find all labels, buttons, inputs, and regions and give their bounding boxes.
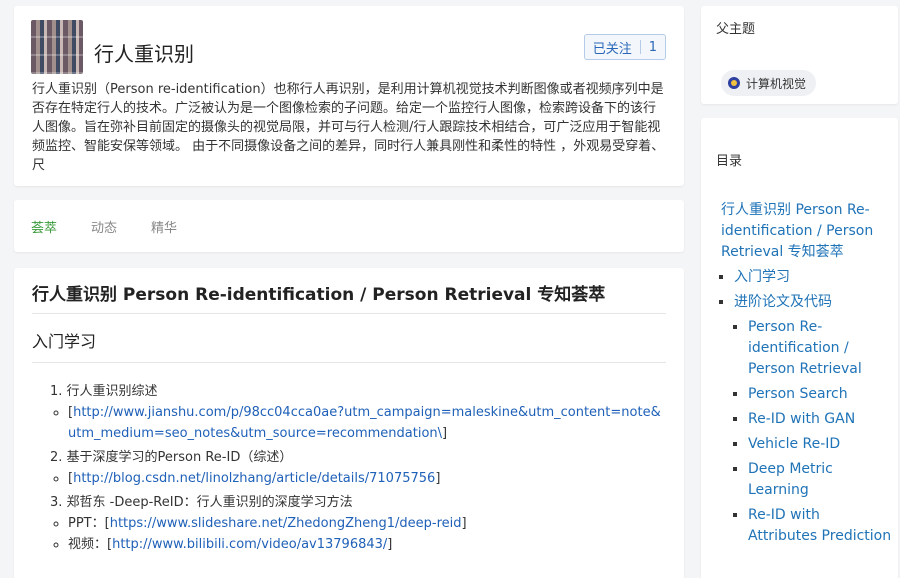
topic-icon — [728, 77, 740, 89]
tab-jinghua[interactable]: 精华 — [151, 217, 177, 236]
topic-title: 行人重识别 — [94, 42, 194, 66]
content-heading: 行人重识别 Person Re-identification / Person … — [32, 280, 666, 314]
toc-link[interactable]: Person Search — [748, 386, 848, 402]
link-suffix: ] — [442, 426, 448, 441]
link-suffix: ] — [435, 471, 441, 486]
toc-link[interactable]: Vehicle Re-ID — [748, 436, 840, 452]
follow-label: 已关注 — [592, 41, 632, 57]
toc-item: 入门学习 — [734, 267, 893, 288]
resource-link[interactable]: http://www.jianshu.com/p/98cc04cca0ae?ut… — [68, 405, 661, 441]
section-heading: 入门学习 — [32, 328, 666, 363]
list-item: 3. 郑哲东 -Deep-ReID：行人重识别的深度学习方法 PPT：[http… — [50, 492, 666, 555]
toc-item: Re-ID with GAN — [748, 409, 893, 430]
follow-count: 1 — [648, 39, 657, 55]
toc-item: Re-ID with Attributes Prediction — [748, 505, 893, 547]
list-item: 2. 基于深度学习的Person Re-ID（综述） [http://blog.… — [50, 447, 666, 489]
tab-huicui[interactable]: 荟萃 — [31, 217, 57, 236]
topic-description: 行人重识别（Person re-identification）也称行人再识别，是… — [32, 82, 665, 173]
link-suffix: ] — [387, 537, 393, 552]
sub-item: 视频：[http://www.bilibili.com/video/av1379… — [68, 534, 666, 555]
toc-title: 目录 — [716, 154, 743, 169]
toc-item: 进阶论文及代码 Person Re-identification / Perso… — [734, 292, 893, 547]
toc: 行人重识别 Person Re-identification / Person … — [721, 200, 893, 547]
toc-link[interactable]: Re-ID with Attributes Prediction — [748, 507, 891, 544]
parent-topic-label: 计算机视觉 — [746, 76, 807, 91]
tab-dongtai[interactable]: 动态 — [91, 217, 117, 236]
toc-link[interactable]: Re-ID with GAN — [748, 411, 855, 427]
parent-topic-card: 父主题 计算机视觉 — [701, 6, 898, 104]
toc-item: Deep Metric Learning — [748, 459, 893, 501]
toc-link[interactable]: 入门学习 — [734, 269, 790, 285]
item-title: 2. 基于深度学习的Person Re-ID（综述） — [50, 450, 293, 465]
link-prefix: 视频：[ — [68, 537, 113, 552]
sub-item: PPT：[https://www.slideshare.net/ZhedongZ… — [68, 513, 666, 534]
parent-topic-title: 父主题 — [716, 22, 756, 37]
topic-thumbnail — [31, 20, 83, 74]
toc-link[interactable]: 进阶论文及代码 — [734, 294, 832, 310]
resource-link[interactable]: https://www.slideshare.net/ZhedongZheng1… — [110, 516, 462, 531]
toc-link[interactable]: 行人重识别 Person Re-identification / Person … — [721, 202, 873, 260]
tab-bar: 荟萃 动态 精华 — [14, 200, 684, 252]
toc-item: Person Re-identification / Person Retrie… — [748, 317, 893, 380]
toc-link[interactable]: Person Re-identification / Person Retrie… — [748, 319, 862, 377]
toc-item: Person Search — [748, 384, 893, 405]
link-suffix: ] — [461, 516, 467, 531]
list-item: 1. 行人重识别综述 [http://www.jianshu.com/p/98c… — [50, 381, 666, 444]
resource-link[interactable]: http://blog.csdn.net/linolzhang/article/… — [73, 471, 435, 486]
resource-link[interactable]: http://www.bilibili.com/video/av13796843… — [112, 537, 387, 552]
content-card: 行人重识别 Person Re-identification / Person … — [14, 268, 684, 578]
resource-list: 1. 行人重识别综述 [http://www.jianshu.com/p/98c… — [32, 381, 666, 555]
follow-button[interactable]: 已关注 1 — [583, 34, 666, 60]
topic-header-card: 行人重识别 已关注 1 行人重识别（Person re-identificati… — [14, 6, 684, 186]
toc-item: Vehicle Re-ID — [748, 434, 893, 455]
link-prefix: PPT：[ — [68, 516, 110, 531]
sub-item: [http://www.jianshu.com/p/98cc04cca0ae?u… — [68, 402, 666, 444]
item-title: 1. 行人重识别综述 — [50, 384, 158, 399]
item-title: 3. 郑哲东 -Deep-ReID：行人重识别的深度学习方法 — [50, 495, 353, 510]
parent-topic-chip[interactable]: 计算机视觉 — [721, 70, 817, 96]
toc-link[interactable]: Deep Metric Learning — [748, 461, 833, 498]
toc-card: 目录 行人重识别 Person Re-identification / Pers… — [701, 118, 898, 578]
sub-item: [http://blog.csdn.net/linolzhang/article… — [68, 468, 666, 489]
